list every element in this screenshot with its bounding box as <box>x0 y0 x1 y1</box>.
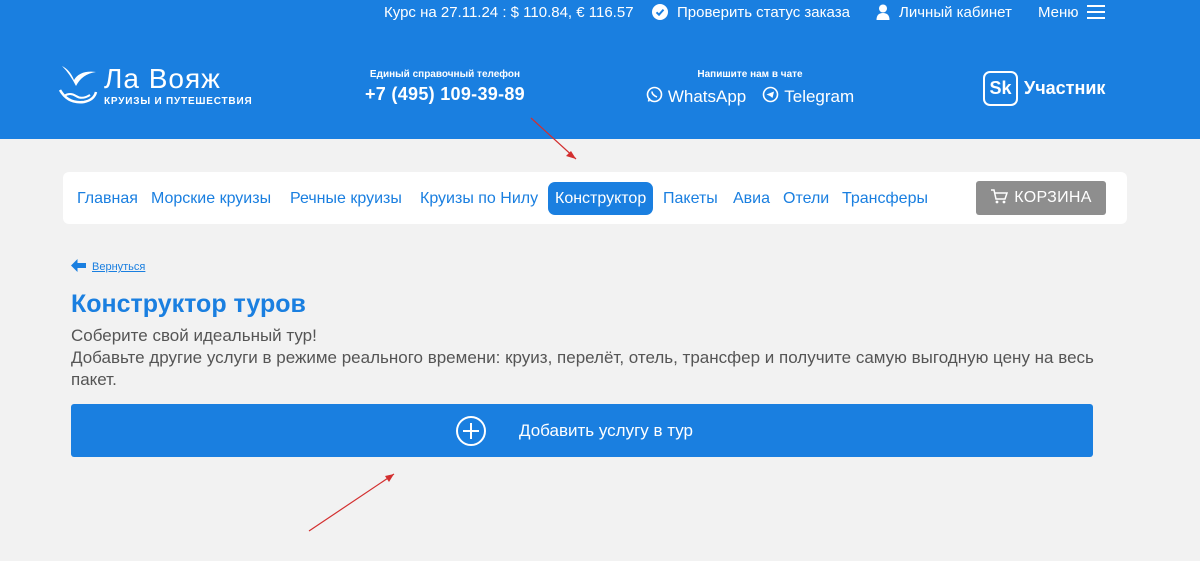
telegram-label: Telegram <box>784 87 855 106</box>
chat-block: Напишите нам в чате WhatsApp Telegram <box>640 69 860 108</box>
nav-item-constructor[interactable]: Конструктор <box>548 182 654 215</box>
annotation-arrow-bottom <box>308 473 395 532</box>
back-link[interactable]: Вернуться <box>71 259 145 275</box>
description-line-2: Добавьте другие услуги в режиме реальног… <box>71 348 1094 389</box>
check-order-status-label: Проверить статус заказа <box>677 3 850 21</box>
nav-item-hotels[interactable]: Отели <box>776 182 836 215</box>
menu-label: Меню <box>1038 3 1079 21</box>
phone-block: Единый справочный телефон +7 (495) 109-3… <box>360 69 530 105</box>
description-line-1: Соберите свой идеальный тур! <box>71 326 317 345</box>
seagull-icon <box>58 60 98 111</box>
nav-item-home[interactable]: Главная <box>70 182 145 215</box>
personal-account-link[interactable]: Личный кабинет <box>876 0 1012 24</box>
participant-label: Участник <box>1024 78 1106 98</box>
telegram-link[interactable]: Telegram <box>762 86 854 108</box>
nav-item-avia[interactable]: Авиа <box>726 182 777 215</box>
add-service-button[interactable]: Добавить услугу в тур <box>71 404 1093 457</box>
skolkovo-logo: Sk <box>983 71 1018 106</box>
logo-name: Ла Вояж <box>104 62 221 94</box>
chat-caption: Напишите нам в чате <box>697 69 803 80</box>
personal-account-label: Личный кабинет <box>899 3 1012 21</box>
nav-item-transfers[interactable]: Трансферы <box>835 182 935 215</box>
page-description: Соберите свой идеальный тур! Добавьте др… <box>71 325 1121 391</box>
whatsapp-label: WhatsApp <box>667 87 747 106</box>
check-order-status-link[interactable]: Проверить статус заказа <box>652 0 850 24</box>
logo-subtitle: КРУИЗЫ И ПУТЕШЕСТВИЯ <box>104 95 253 107</box>
main-nav: Главная Морские круизы Речные круизы Кру… <box>63 172 1127 224</box>
skolkovo-participant[interactable]: Sk Участник <box>983 71 1105 106</box>
site-header: Ла Вояж КРУИЗЫ И ПУТЕШЕСТВИЯ Единый спра… <box>0 33 1200 139</box>
nav-item-packages[interactable]: Пакеты <box>656 182 725 215</box>
phone-caption: Единый справочный телефон <box>369 69 521 80</box>
plus-circle-icon <box>455 415 486 446</box>
currency-rate: Курс на 27.11.24 : $ 110.84, € 116.57 <box>384 3 634 21</box>
telegram-icon <box>762 86 779 108</box>
phone-number[interactable]: +7 (495) 109-39-89 <box>360 84 530 105</box>
user-icon <box>876 4 890 20</box>
logo[interactable]: Ла Вояж КРУИЗЫ И ПУТЕШЕСТВИЯ <box>58 59 252 111</box>
cart-icon <box>990 188 1009 209</box>
whatsapp-icon <box>646 86 663 108</box>
nav-item-sea-cruises[interactable]: Морские круизы <box>144 182 278 215</box>
arrow-left-icon <box>71 259 86 275</box>
nav-item-nile-cruises[interactable]: Круизы по Нилу <box>413 182 545 215</box>
check-circle-icon <box>652 4 668 20</box>
add-service-label: Добавить услугу в тур <box>518 420 693 440</box>
cart-button[interactable]: КОРЗИНА <box>976 181 1106 215</box>
nav-item-river-cruises[interactable]: Речные круизы <box>283 182 409 215</box>
back-label: Вернуться <box>92 261 146 273</box>
whatsapp-link[interactable]: WhatsApp <box>646 86 746 108</box>
hamburger-icon <box>1086 4 1105 20</box>
page-title: Конструктор туров <box>71 290 306 318</box>
top-bar: Курс на 27.11.24 : $ 110.84, € 116.57 Пр… <box>0 0 1200 33</box>
cart-label: КОРЗИНА <box>1014 189 1092 206</box>
menu-button[interactable]: Меню <box>1038 0 1105 24</box>
